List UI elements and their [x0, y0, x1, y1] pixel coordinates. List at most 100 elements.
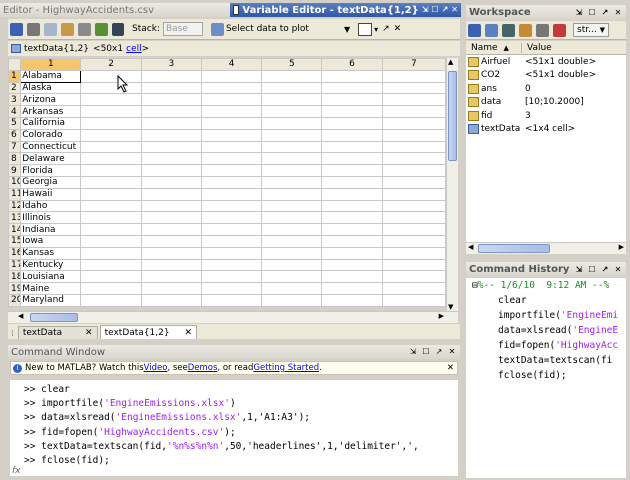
workspace-list[interactable]: Airfuel <51x1 double> CO2 <51x1 double> ans 0…: [466, 55, 626, 242]
save-icon[interactable]: [519, 23, 532, 37]
grid-cell[interactable]: [261, 116, 323, 130]
grid-cell[interactable]: [200, 187, 263, 201]
grid-cell[interactable]: [200, 128, 263, 142]
maximize-icon[interactable]: ☐: [587, 8, 597, 18]
grid-cell[interactable]: [321, 211, 383, 225]
scroll-down-icon[interactable]: ▼: [448, 303, 453, 311]
grid-cell[interactable]: [261, 140, 323, 154]
grid-cell[interactable]: [140, 152, 202, 166]
grid-cell[interactable]: [321, 81, 383, 95]
history-list[interactable]: ⊟%-- 1/6/10 9:12 AM --% clear importfile('…: [466, 278, 626, 478]
grid-cell[interactable]: [261, 293, 323, 307]
grid-cell[interactable]: [200, 175, 263, 189]
grid-cell[interactable]: [140, 81, 202, 95]
workspace-h-thumb[interactable]: [478, 244, 550, 253]
grid-cell[interactable]: [261, 258, 323, 272]
grid-cell[interactable]: Kansas: [20, 246, 82, 260]
workspace-scrollbar[interactable]: ◀ ▶: [466, 242, 626, 254]
grid-cell[interactable]: [381, 187, 447, 201]
close-icon[interactable]: ✕: [613, 265, 623, 275]
close-toolbar-icon[interactable]: ✕: [394, 24, 402, 34]
grid-cell[interactable]: [140, 128, 202, 142]
chevron-down-icon[interactable]: ▼: [344, 25, 350, 34]
row-header[interactable]: 10: [7, 175, 22, 189]
grid-cell[interactable]: [261, 270, 323, 284]
grid-cell[interactable]: [80, 223, 142, 236]
dock-arrow-icon[interactable]: ↗: [382, 24, 390, 34]
grid-cell[interactable]: [261, 128, 323, 142]
grid-cell[interactable]: [261, 199, 323, 213]
grid-cell[interactable]: [321, 282, 383, 295]
grid-cell[interactable]: [200, 223, 263, 236]
grid-cell[interactable]: [200, 199, 263, 213]
grid-cell[interactable]: [140, 270, 202, 284]
grid-cell[interactable]: [321, 116, 383, 130]
row-header[interactable]: 2: [7, 81, 22, 95]
grid-cell[interactable]: [140, 211, 202, 225]
maximize-icon[interactable]: ☐: [421, 347, 431, 357]
grid-cell[interactable]: Arkansas: [20, 105, 82, 118]
grid-cell[interactable]: Colorado: [20, 128, 82, 142]
window-layout-button[interactable]: [358, 22, 373, 36]
grid-cell[interactable]: [200, 282, 263, 295]
grid-horizontal-scrollbar[interactable]: ◀ ▶: [8, 311, 458, 323]
grid-cell[interactable]: [381, 128, 447, 142]
grid-cell[interactable]: [80, 105, 142, 118]
grid-cell[interactable]: [321, 246, 383, 260]
scroll-right-icon[interactable]: ▶: [619, 243, 624, 251]
command-window-titlebar[interactable]: Command Window ⇲ ☐ ↗ ✕: [8, 345, 460, 359]
close-icon[interactable]: ✕: [613, 8, 623, 18]
grid-v-thumb[interactable]: [448, 71, 457, 161]
grid-cell[interactable]: [321, 69, 383, 83]
row-header[interactable]: 4: [7, 105, 22, 118]
grid-cell[interactable]: [80, 116, 142, 130]
grid-cell[interactable]: [200, 270, 263, 284]
history-titlebar[interactable]: Command History ⇲ ☐ ↗ ✕: [466, 262, 626, 277]
grid-cell[interactable]: [140, 140, 202, 154]
grid-cell[interactable]: California: [20, 116, 82, 130]
list-item[interactable]: ans 0: [466, 82, 626, 96]
grid-cell[interactable]: [140, 164, 202, 177]
grid-cell[interactable]: [80, 258, 142, 272]
grid-cell[interactable]: [261, 152, 323, 166]
open-variable-icon[interactable]: [485, 23, 498, 37]
grid-cell[interactable]: [381, 69, 447, 83]
grid-cell[interactable]: [80, 246, 142, 260]
grid-cell[interactable]: [200, 152, 263, 166]
grid-cell[interactable]: [80, 234, 142, 248]
delete-icon[interactable]: [553, 23, 566, 37]
grid-cell[interactable]: [200, 105, 263, 118]
dock-icon[interactable]: ↗: [600, 8, 610, 18]
grid-cell[interactable]: [80, 128, 142, 142]
grid-cell[interactable]: [80, 93, 142, 107]
grid-cell[interactable]: [80, 187, 142, 201]
grid-cell[interactable]: [381, 246, 447, 260]
row-header[interactable]: 1: [7, 69, 22, 83]
grid-cell[interactable]: [200, 93, 263, 107]
undock-icon[interactable]: ⇲: [574, 8, 584, 18]
grid-cell[interactable]: [140, 246, 202, 260]
grid-cell[interactable]: [321, 258, 383, 272]
grid-cell[interactable]: [381, 258, 447, 272]
grid-cell[interactable]: [381, 164, 447, 177]
grid-cell[interactable]: [200, 140, 263, 154]
row-header[interactable]: 17: [7, 258, 22, 272]
grid-cell[interactable]: Alabama: [20, 69, 82, 83]
grid-cell[interactable]: [381, 105, 447, 118]
name-column-header[interactable]: Name ▲: [466, 42, 522, 53]
scroll-left-icon[interactable]: ◀: [468, 243, 473, 251]
history-entry[interactable]: textData=textscan(fi: [472, 353, 626, 368]
grid-cell[interactable]: [80, 164, 142, 177]
grid-cell[interactable]: [261, 81, 323, 95]
fx-icon[interactable]: fx: [12, 466, 21, 476]
history-entry[interactable]: importfile('EngineEmi: [472, 308, 626, 323]
grid-cell[interactable]: [261, 175, 323, 189]
grid-cell[interactable]: [321, 187, 383, 201]
grid-cell[interactable]: [381, 152, 447, 166]
grid-cell[interactable]: [261, 234, 323, 248]
tab-textdata[interactable]: textData ✕: [17, 326, 98, 339]
grid-cell[interactable]: [381, 211, 447, 225]
grid-cell[interactable]: Alaska: [20, 81, 82, 95]
grid-cell[interactable]: [261, 282, 323, 295]
grid-cell[interactable]: Idaho: [20, 199, 82, 213]
